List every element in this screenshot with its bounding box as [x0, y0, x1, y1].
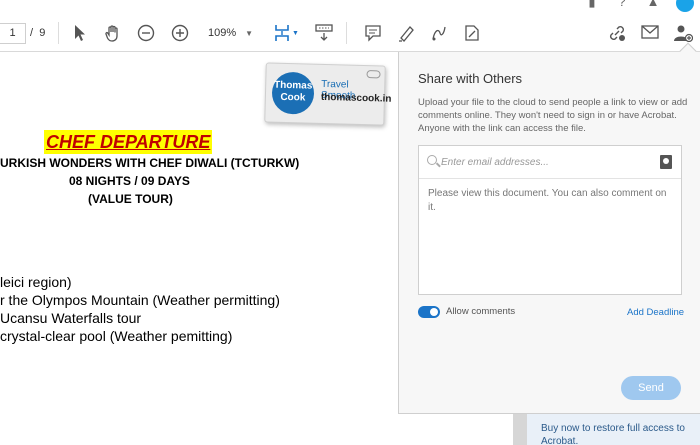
panel-description: Upload your file to the cloud to send pe… [418, 97, 688, 134]
draw-icon[interactable] [430, 24, 448, 47]
buy-now-banner[interactable]: Buy now to restore full access to Acroba… [527, 414, 700, 445]
tour-name: URKISH WONDERS WITH CHEF DIWALI (TCTURKW… [0, 156, 300, 170]
document-title-highlight: CHEF DEPARTURE [44, 130, 213, 154]
zoom-level-select[interactable]: 109% ▼ [202, 23, 259, 44]
document-page: Thomas Cook Travel Smooth thomascook.in C… [0, 52, 398, 445]
message-textarea[interactable]: Please view this document. You can also … [428, 187, 674, 215]
address-book-icon[interactable] [660, 155, 672, 169]
itinerary-line: r the Olympos Mountain (Weather permitti… [0, 292, 280, 308]
zoom-in-icon[interactable] [171, 24, 189, 47]
logo-site: thomascook.in [320, 91, 392, 105]
toolbar: 1 / 9 109% ▼ ▼ [0, 14, 700, 52]
paperclip-icon [366, 70, 381, 79]
hand-icon[interactable] [104, 24, 122, 47]
scrollbar[interactable] [506, 414, 513, 445]
tour-type: (VALUE TOUR) [88, 192, 173, 206]
chevron-down-icon: ▼ [245, 29, 253, 38]
allow-comments-label: Allow comments [446, 306, 516, 317]
page-number-field[interactable]: 1 [0, 23, 26, 44]
share-panel: Share with Others Upload your file to th… [398, 52, 700, 414]
document-title: CHEF DEPARTURE [46, 132, 211, 152]
acrobat-window: ▮ ? ▲ 1 / 9 109% ▼ ▼ Thomas Cook Travel … [0, 0, 700, 445]
zoom-out-icon[interactable] [137, 24, 155, 47]
add-deadline-link[interactable]: Add Deadline [627, 307, 684, 318]
toolbar-divider [346, 22, 347, 44]
help-icon[interactable]: ? [614, 0, 630, 10]
fill-sign-icon[interactable] [463, 24, 481, 47]
email-row [419, 146, 681, 179]
buy-now-text: Buy now to restore full access to Acroba… [541, 423, 685, 445]
account-avatar[interactable] [676, 0, 694, 12]
itinerary-line: crystal-clear pool (Weather pemitting) [0, 328, 233, 344]
search-icon [427, 155, 437, 165]
thomas-cook-logo: Thomas Cook Travel Smooth thomascook.in [264, 62, 392, 126]
select-arrow-icon[interactable] [73, 24, 87, 47]
title-strip: ▮ ? ▲ [0, 0, 700, 14]
share-link-icon[interactable] [607, 24, 627, 47]
allow-comments-toggle[interactable] [418, 306, 440, 318]
logo-circle: Thomas Cook [271, 71, 315, 115]
toolbar-divider [58, 22, 59, 44]
itinerary-line: Ucansu Waterfalls tour [0, 310, 142, 326]
panel-title: Share with Others [418, 71, 523, 86]
comment-icon[interactable] [364, 24, 382, 47]
sidebar-strip [513, 414, 527, 445]
page-total: / 9 [30, 27, 46, 39]
email-input[interactable] [441, 154, 651, 170]
itinerary-line: leici region) [0, 274, 72, 290]
bell-icon[interactable]: ▲ [645, 0, 661, 10]
highlight-pen-icon[interactable] [397, 24, 415, 47]
email-icon[interactable] [641, 24, 659, 45]
share-form: Please view this document. You can also … [418, 145, 682, 295]
scroll-mode-icon[interactable] [315, 24, 333, 47]
fit-page-icon[interactable] [273, 24, 291, 47]
tour-duration: 08 NIGHTS / 09 DAYS [69, 174, 190, 188]
send-button[interactable]: Send [621, 376, 681, 400]
chevron-down-icon[interactable]: ▼ [292, 30, 299, 37]
chat-icon[interactable]: ▮ [584, 0, 600, 10]
